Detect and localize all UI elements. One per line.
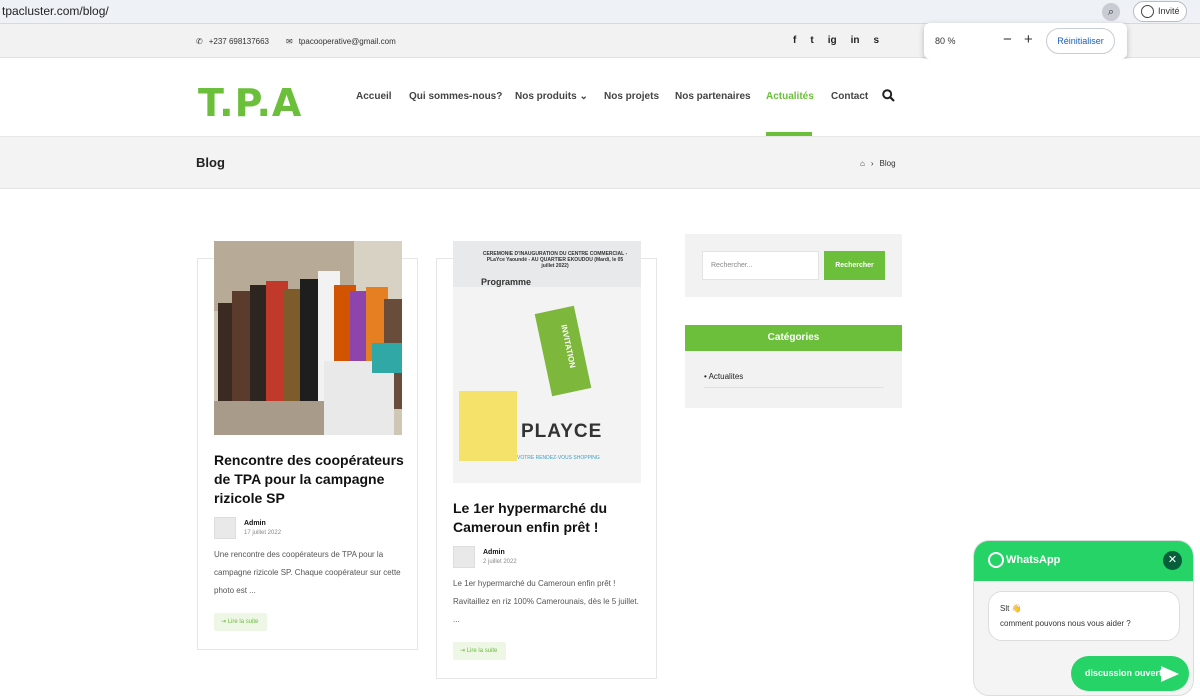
guest-label: Invité <box>1158 6 1180 16</box>
phone-contact[interactable]: ✆ +237 698137663 <box>196 37 269 46</box>
chat-greeting: Slt 👋 <box>1000 604 1022 613</box>
send-icon <box>1161 666 1179 682</box>
zoom-popover: 80 % − + Réinitialiser <box>924 23 1127 59</box>
email-address: tpacooperative@gmail.com <box>298 37 396 46</box>
breadcrumb: ⌂ › Blog <box>860 159 896 168</box>
page-title-band: Blog ⌂ › Blog <box>0 137 1200 189</box>
image-banner-text: CEREMONIE D'INAUGURATION DU CENTRE COMME… <box>482 251 628 269</box>
playce-slogan-text: VOTRE RENDEZ-VOUS SHOPPING <box>517 455 600 461</box>
post-title[interactable]: Le 1er hypermarché du Cameroun enfin prê… <box>453 499 645 537</box>
nav-item-partners[interactable]: Nos partenaires <box>675 91 751 102</box>
breadcrumb-separator: › <box>870 159 874 168</box>
categories-title: Catégories <box>685 325 902 351</box>
bullet-icon: • <box>704 372 707 381</box>
browser-bar: tpacluster.com/blog/ ⌕ Invité <box>0 0 1200 24</box>
page-title: Blog <box>196 155 225 170</box>
chat-message: Slt 👋 comment pouvons nous vous aider ? <box>988 591 1180 641</box>
zoom-out-button[interactable]: − <box>1003 31 1012 48</box>
categories-widget: Catégories • Actualites <box>685 325 902 408</box>
site-logo[interactable]: T.P.A <box>198 81 302 125</box>
guest-profile-button[interactable]: Invité <box>1133 1 1187 22</box>
arrow-right-icon: ⇥ <box>460 648 466 654</box>
category-label: Actualites <box>708 372 744 381</box>
whatsapp-title: WhatsApp <box>1006 554 1061 566</box>
post-title[interactable]: Rencontre des coopérateurs de TPA pour l… <box>214 451 406 508</box>
active-nav-indicator <box>766 132 812 136</box>
search-widget: Rechercher... Rechercher <box>685 234 902 297</box>
home-icon[interactable]: ⌂ <box>860 159 865 168</box>
linkedin-icon[interactable]: in <box>851 35 860 46</box>
zoom-level: 80 % <box>935 36 956 46</box>
post-date: 2 juillet 2022 <box>483 559 517 565</box>
post-excerpt: Une rencontre des coopérateurs de TPA po… <box>214 550 401 595</box>
address-bar[interactable]: tpacluster.com/blog/ <box>2 4 109 18</box>
whatsapp-header: WhatsApp ✕ <box>974 541 1193 581</box>
nav-item-accueil[interactable]: Accueil <box>356 91 392 102</box>
phone-icon: ✆ <box>196 37 203 46</box>
phone-number: +237 698137663 <box>208 37 269 46</box>
post-excerpt: Le 1er hypermarché du Cameroun enfin prê… <box>453 579 639 624</box>
instagram-icon[interactable]: ig <box>828 35 837 46</box>
profile-icon <box>1141 5 1154 18</box>
sticky-note <box>459 391 517 461</box>
group-photo <box>214 241 402 435</box>
zoom-reset-button[interactable]: Réinitialiser <box>1046 28 1115 54</box>
facebook-icon[interactable]: f <box>793 35 796 46</box>
post-author[interactable]: Admin <box>244 520 266 527</box>
post-image[interactable] <box>214 241 402 435</box>
post-card: Rencontre des coopérateurs de TPA pour l… <box>197 241 418 650</box>
invitation-tag-text: INVITATION <box>559 323 578 369</box>
nav-item-news[interactable]: Actualités <box>766 91 814 102</box>
site-header: T.P.A Accueil Qui sommes-nous? Nos produ… <box>0 59 1200 137</box>
nav-item-products-label: Nos produits <box>515 91 577 102</box>
chat-text: comment pouvons nous vous aider ? <box>1000 619 1131 628</box>
search-button[interactable]: Rechercher <box>824 251 885 280</box>
read-more-label: Lire la suite <box>466 648 498 654</box>
read-more-button[interactable]: ⇥ Lire la suite <box>453 642 507 660</box>
email-contact[interactable]: ✉ tpacooperative@gmail.com <box>286 37 396 46</box>
nav-item-about[interactable]: Qui sommes-nous? <box>409 91 502 102</box>
image-programme-text: Programme <box>481 277 532 287</box>
arrow-right-icon: ⇥ <box>221 619 227 625</box>
nav-item-contact[interactable]: Contact <box>831 91 868 102</box>
twitter-icon[interactable]: t <box>810 35 813 46</box>
avatar <box>214 517 236 539</box>
post-author[interactable]: Admin <box>483 549 505 556</box>
search-input[interactable]: Rechercher... <box>702 251 819 280</box>
playce-brand-text: PLAYCE <box>521 421 603 442</box>
nav-item-projects[interactable]: Nos projets <box>604 91 659 102</box>
chevron-down-icon: ⌄ <box>579 91 588 102</box>
skype-icon[interactable]: s <box>873 35 879 46</box>
category-item[interactable]: • Actualites <box>704 372 884 388</box>
nav-item-products[interactable]: Nos produits ⌄ <box>515 91 588 102</box>
open-chat-label: discussion ouvert <box>1085 668 1163 678</box>
post-image[interactable]: CEREMONIE D'INAUGURATION DU CENTRE COMME… <box>453 241 641 483</box>
post-card: CEREMONIE D'INAUGURATION DU CENTRE COMME… <box>436 241 657 679</box>
breadcrumb-current: Blog <box>879 159 896 168</box>
open-chat-button[interactable]: discussion ouvert <box>1071 656 1189 691</box>
whatsapp-icon <box>988 552 1004 568</box>
zoom-icon[interactable]: ⌕ <box>1102 3 1120 21</box>
social-links: f t ig in s <box>793 35 879 46</box>
mail-icon: ✉ <box>286 37 293 46</box>
zoom-in-button[interactable]: + <box>1024 31 1033 48</box>
close-icon[interactable]: ✕ <box>1163 551 1182 570</box>
search-icon[interactable] <box>882 89 895 102</box>
avatar <box>453 546 475 568</box>
whatsapp-chat-widget: WhatsApp ✕ Slt 👋 comment pouvons nous vo… <box>973 540 1194 696</box>
read-more-label: Lire la suite <box>227 619 259 625</box>
post-date: 17 juillet 2022 <box>244 530 282 536</box>
read-more-button[interactable]: ⇥ Lire la suite <box>214 613 268 631</box>
